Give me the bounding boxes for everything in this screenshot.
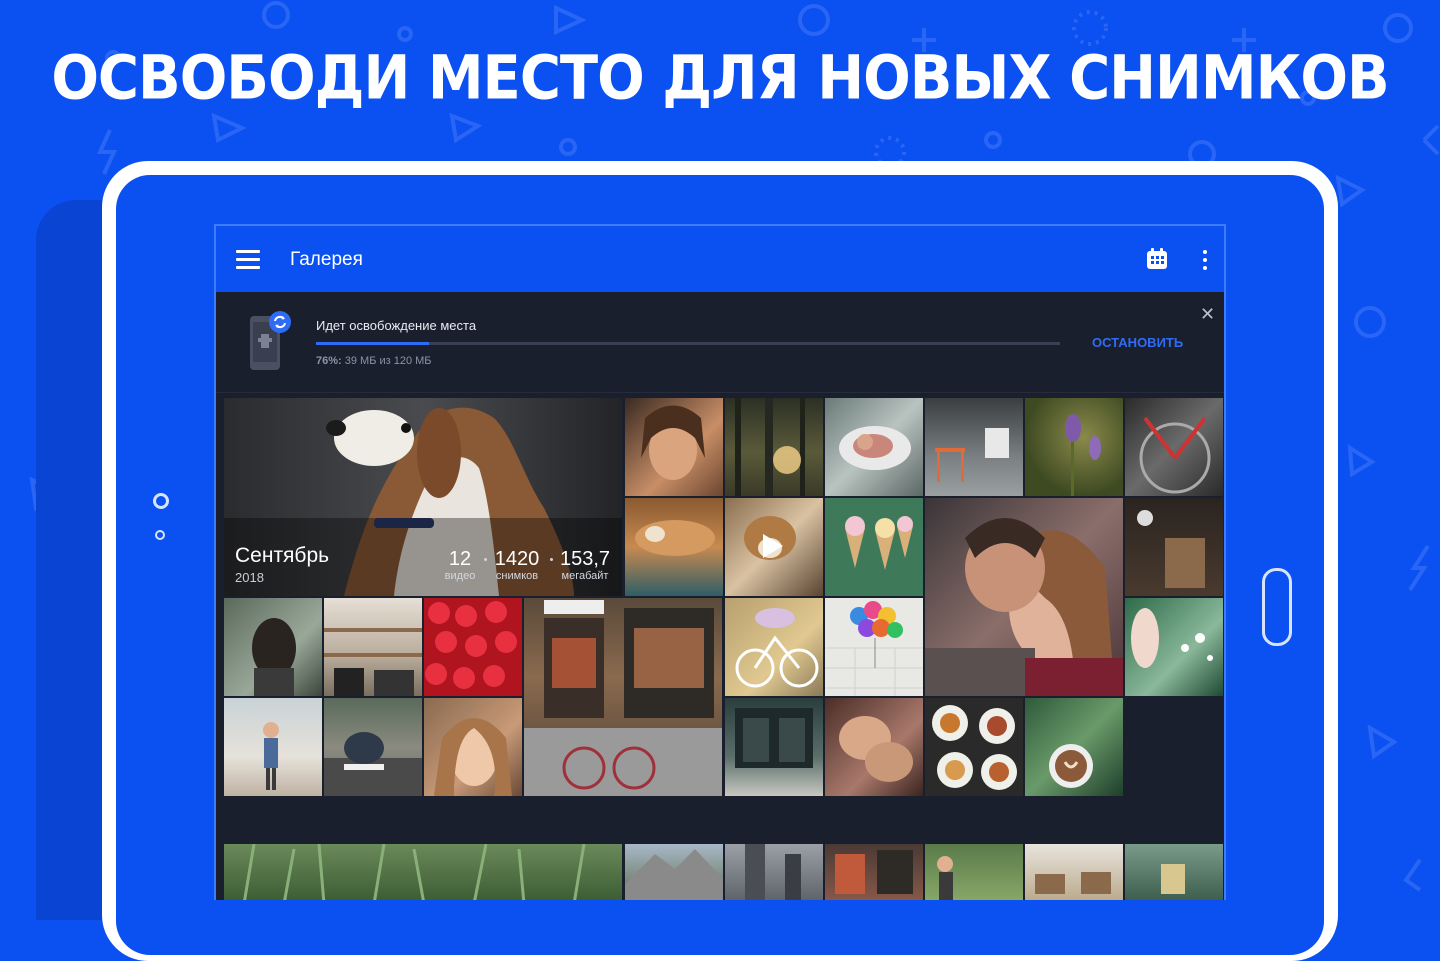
photo-thumbnail[interactable]	[424, 698, 522, 796]
app-bar: Галерея	[216, 226, 1224, 292]
stat-separator	[550, 558, 553, 561]
stat-megabytes-value: 153,7	[559, 548, 611, 570]
photo-thumbnail[interactable]	[524, 598, 722, 796]
photo-thumbnail[interactable]	[224, 598, 322, 696]
stat-videos-value: 12	[448, 548, 472, 570]
stat-videos-label: видео	[444, 570, 476, 582]
photo-thumbnail[interactable]	[1125, 598, 1223, 696]
tablet-home-button	[1262, 568, 1292, 646]
photo-thumbnail[interactable]	[1025, 698, 1123, 796]
photo-thumbnail[interactable]	[725, 398, 823, 496]
photo-thumbnail[interactable]	[1025, 398, 1123, 496]
photo-thumbnail[interactable]	[825, 498, 923, 596]
photo-thumbnail[interactable]	[324, 598, 422, 696]
app-screen: Галерея Идет освобождение места 76%: 39 …	[214, 224, 1226, 900]
tablet-sensor	[155, 530, 165, 540]
stat-megabytes-label: мегабайт	[561, 570, 609, 582]
calendar-icon[interactable]	[1146, 248, 1168, 270]
photo-thumbnail[interactable]	[925, 398, 1023, 496]
banner-title: Идет освобождение места	[316, 318, 477, 333]
photo-thumbnail[interactable]	[925, 498, 1123, 696]
stat-photos: 1420 снимков	[490, 548, 544, 582]
photo-thumbnail[interactable]	[825, 398, 923, 496]
photo-thumbnail[interactable]	[1125, 498, 1223, 596]
photo-thumbnail[interactable]	[224, 844, 622, 900]
phone-cleanup-icon	[250, 311, 291, 370]
featured-year: 2018	[235, 570, 264, 585]
free-space-banner: Идет освобождение места 76%: 39 МБ из 12…	[216, 292, 1224, 393]
cleanup-progress-bar	[316, 342, 1060, 345]
photo-thumbnail[interactable]	[224, 698, 322, 796]
stat-megabytes: 153,7 мегабайт	[556, 548, 614, 582]
featured-month-tile[interactable]: Сентябрь 2018 12 видео 1420 снимков 153,…	[224, 398, 622, 596]
play-icon	[763, 534, 783, 558]
close-banner-button[interactable]: ✕	[1200, 305, 1215, 323]
more-vert-icon[interactable]	[1202, 250, 1208, 270]
photo-thumbnail[interactable]	[625, 498, 723, 596]
tablet-camera	[153, 493, 169, 509]
photo-thumbnail[interactable]	[925, 844, 1023, 900]
stat-photos-value: 1420	[494, 548, 540, 570]
stop-button[interactable]: ОСТАНОВИТЬ	[1092, 335, 1183, 350]
photo-thumbnail[interactable]	[825, 844, 923, 900]
photo-thumbnail[interactable]	[1025, 844, 1123, 900]
photo-thumbnail[interactable]	[725, 844, 823, 900]
menu-icon[interactable]	[236, 250, 260, 269]
photo-thumbnail[interactable]	[1125, 844, 1223, 900]
photo-thumbnail[interactable]	[625, 844, 723, 900]
promo-headline: ОСВОБОДИ МЕСТО ДЛЯ НОВЫХ СНИМКОВ	[51, 43, 1389, 114]
app-title: Галерея	[290, 249, 363, 270]
photo-thumbnail[interactable]	[825, 598, 923, 696]
stat-photos-label: снимков	[495, 570, 539, 582]
stat-videos: 12 видео	[440, 548, 480, 582]
stat-separator	[484, 558, 487, 561]
featured-month: Сентябрь	[235, 544, 330, 567]
photo-thumbnail[interactable]	[725, 598, 823, 696]
photo-thumbnail[interactable]	[625, 398, 723, 496]
photo-thumbnail[interactable]	[725, 698, 823, 796]
photo-thumbnail[interactable]	[424, 598, 522, 696]
photo-thumbnail[interactable]	[1125, 398, 1223, 496]
progress-percent: 76%:	[316, 355, 342, 367]
video-thumbnail[interactable]	[725, 498, 823, 596]
photo-thumbnail[interactable]	[324, 698, 422, 796]
photo-thumbnail[interactable]	[925, 698, 1023, 796]
progress-text: 76%: 39 МБ из 120 МБ	[316, 355, 432, 367]
photo-thumbnail[interactable]	[825, 698, 923, 796]
progress-detail: 39 МБ из 120 МБ	[341, 355, 432, 367]
cleanup-progress-fill	[316, 342, 430, 345]
